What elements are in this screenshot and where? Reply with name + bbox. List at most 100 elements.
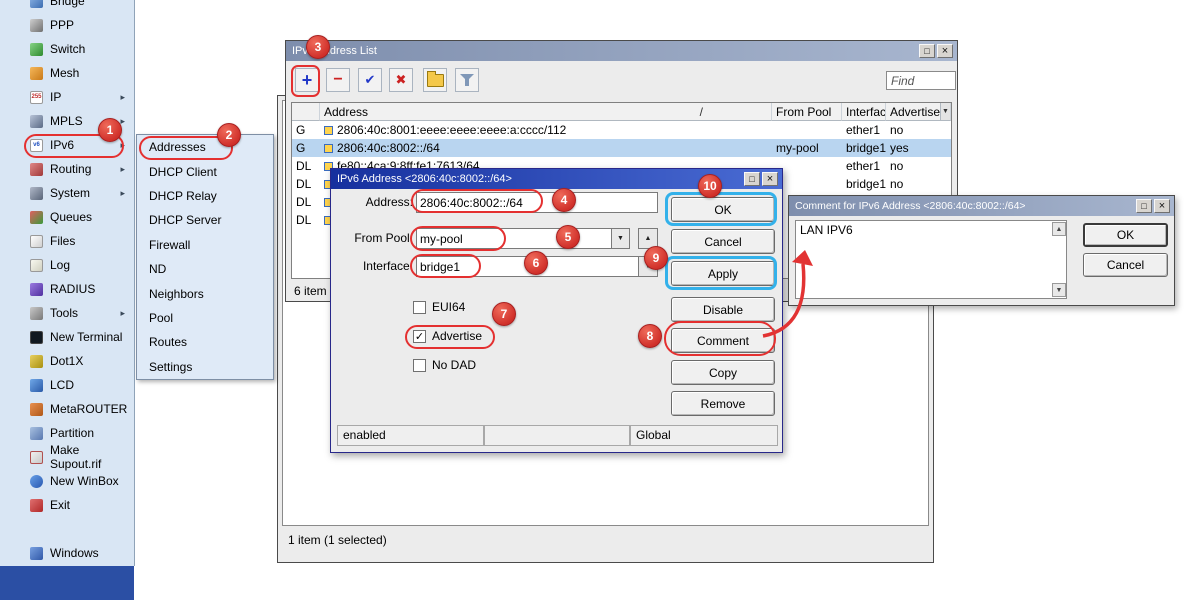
sidebar-item-system[interactable]: System [0, 181, 134, 205]
sidebar-item-ppp[interactable]: PPP [0, 13, 134, 37]
sidebar-item-files[interactable]: Files [0, 229, 134, 253]
sidebar-item-bridge[interactable]: Bridge [0, 0, 134, 13]
sidebar-item-routing[interactable]: Routing [0, 157, 134, 181]
maximize-icon[interactable] [744, 172, 760, 186]
eui64-checkbox[interactable] [413, 301, 426, 314]
sidebar-item-metarouter[interactable]: MetaROUTER [0, 397, 134, 421]
tools-icon [30, 307, 43, 320]
sidebar-item-switch[interactable]: Switch [0, 37, 134, 61]
find-input[interactable] [886, 71, 956, 90]
enable-check-icon [365, 72, 376, 88]
filter-button[interactable] [455, 68, 479, 92]
sidebar-item-log[interactable]: Log [0, 253, 134, 277]
disable-cross-icon [396, 72, 407, 88]
submenu-item-firewall[interactable]: Firewall [137, 233, 273, 257]
comment-textarea[interactable]: LAN IPV6 [795, 220, 1067, 299]
sidebar-item-new-terminal[interactable]: New Terminal [0, 325, 134, 349]
comment-cancel-button[interactable]: Cancel [1083, 253, 1168, 277]
sidebar-item-partition[interactable]: Partition [0, 421, 134, 445]
submenu-item-dhcp-client[interactable]: DHCP Client [137, 159, 273, 183]
table-row[interactable]: G 2806:40c:8002::/64 my-pool bridge1 yes [292, 139, 951, 157]
submenu-item-neighbors[interactable]: Neighbors [137, 281, 273, 305]
sidebar-item-label: Queues [50, 210, 92, 224]
sidebar-item-new-winbox[interactable]: New WinBox [0, 469, 134, 493]
list-window-titlebar[interactable]: IPv6 Address List [286, 41, 957, 61]
advertise-cell: yes [886, 139, 951, 157]
column-select-icon[interactable] [940, 103, 950, 120]
submenu-item-pool[interactable]: Pool [137, 306, 273, 330]
submenu-arrow-icon [120, 92, 125, 103]
lcd-icon [30, 379, 43, 392]
sidebar-item-tools[interactable]: Tools [0, 301, 134, 325]
annotation-step-1: 1 [98, 118, 122, 142]
scroll-down-icon[interactable] [1052, 283, 1066, 297]
sidebar-item-make-supout[interactable]: Make Supout.rif [0, 445, 134, 469]
close-icon[interactable] [762, 172, 778, 186]
annotation-step-4: 4 [552, 188, 576, 212]
interface-column-header[interactable]: Interface [842, 103, 886, 121]
sidebar-item-exit[interactable]: Exit [0, 493, 134, 517]
comment-toolbar-button[interactable] [423, 68, 447, 92]
maximize-icon[interactable] [1136, 199, 1152, 213]
queues-icon [30, 211, 43, 224]
remove-button[interactable] [326, 68, 350, 92]
close-icon[interactable] [1154, 199, 1170, 213]
from-pool-label: From Pool: [335, 228, 413, 249]
interface-cell: ether1 [842, 121, 886, 139]
submenu-item-settings[interactable]: Settings [137, 355, 273, 379]
submenu-item-label: Pool [149, 311, 173, 325]
annotation-step-10: 10 [698, 174, 722, 198]
close-icon[interactable] [937, 44, 953, 58]
annotation-oval-interface-value [410, 254, 481, 278]
sidebar-item-radius[interactable]: RADIUS [0, 277, 134, 301]
comment-ok-button[interactable]: OK [1083, 223, 1168, 247]
comment-note-icon [427, 74, 444, 87]
sidebar-item-label: Routing [50, 162, 91, 176]
sidebar-item-label: MPLS [50, 114, 83, 128]
eui64-label: EUI64 [432, 300, 465, 314]
comment-window: Comment for IPv6 Address <2806:40c:8002:… [788, 195, 1175, 306]
address-cell: 2806:40c:8001:eeee:eeee:eeee:a:cccc/112 [320, 121, 772, 139]
flag-column-header[interactable] [292, 103, 320, 121]
comment-titlebar[interactable]: Comment for IPv6 Address <2806:40c:8002:… [789, 196, 1174, 216]
sidebar-item-ip[interactable]: 255IP [0, 85, 134, 109]
terminal-icon [30, 331, 43, 344]
submenu-item-nd[interactable]: ND [137, 257, 273, 281]
sidebar-item-label: Files [50, 234, 75, 248]
table-row[interactable]: G 2806:40c:8001:eeee:eeee:eeee:a:cccc/11… [292, 121, 951, 139]
remove-button[interactable]: Remove [671, 391, 775, 416]
advertise-cell: no [886, 157, 951, 175]
enable-button[interactable] [358, 68, 382, 92]
from-pool-dropdown-icon[interactable] [611, 228, 630, 249]
winbox-icon [30, 475, 43, 488]
sidebar-item-queues[interactable]: Queues [0, 205, 134, 229]
sidebar-item-lcd[interactable]: LCD [0, 373, 134, 397]
submenu-item-routes[interactable]: Routes [137, 330, 273, 354]
annotation-step-5: 5 [556, 225, 580, 249]
scroll-up-icon[interactable] [1052, 222, 1066, 236]
sidebar-item-label: Partition [50, 426, 94, 440]
ipv6-address-icon [324, 144, 333, 153]
interface-cell: bridge1 [842, 175, 886, 193]
no-dad-checkbox[interactable] [413, 359, 426, 372]
sidebar-item-dot1x[interactable]: Dot1X [0, 349, 134, 373]
advertise-column-header[interactable]: Advertise [886, 103, 951, 121]
annotation-step-2: 2 [217, 123, 241, 147]
desktop-background [0, 566, 134, 600]
annotation-oval-pool-value [410, 226, 506, 251]
flag-cell: DL [292, 193, 320, 211]
disable-button[interactable] [389, 68, 413, 92]
submenu-arrow-icon [120, 164, 125, 175]
sidebar-item-label: LCD [50, 378, 74, 392]
sidebar-item-mesh[interactable]: Mesh [0, 61, 134, 85]
ppp-icon [30, 19, 43, 32]
copy-button[interactable]: Copy [671, 360, 775, 385]
submenu-item-dhcp-server[interactable]: DHCP Server [137, 208, 273, 232]
maximize-icon[interactable] [919, 44, 935, 58]
annotation-step-9: 9 [644, 246, 668, 270]
annotation-arrow [745, 246, 825, 342]
submenu-item-dhcp-relay[interactable]: DHCP Relay [137, 184, 273, 208]
address-column-header[interactable]: Address [320, 103, 772, 121]
from-pool-column-header[interactable]: From Pool [772, 103, 842, 121]
sidebar-item-windows[interactable]: Windows [0, 541, 135, 565]
